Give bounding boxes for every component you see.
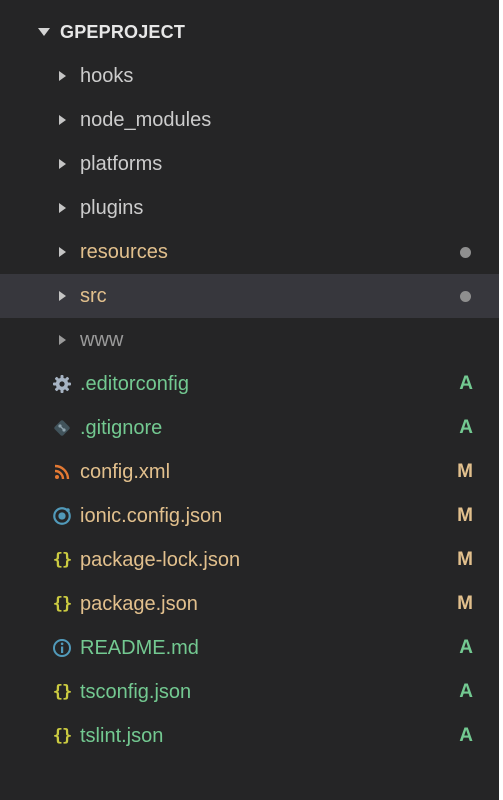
chevron-right-icon — [52, 330, 72, 350]
window-edge — [499, 0, 503, 800]
project-folder-header[interactable]: GPEPROJECT — [0, 10, 499, 54]
git-status-badge: M — [457, 549, 473, 570]
tree-item-label: config.xml — [80, 461, 171, 483]
git-status-badge: A — [459, 681, 473, 702]
tree-file-tslint[interactable]: {} tslint.json A — [0, 714, 499, 758]
tree-item-label: www — [80, 329, 124, 351]
tree-item-label: package.json — [80, 593, 198, 615]
tree-folder-src[interactable]: src — [0, 274, 499, 318]
tree-item-label: ionic.config.json — [80, 505, 223, 527]
tree-item-label: .editorconfig — [80, 373, 189, 395]
explorer-panel: GPEPROJECT hooks node_modules platforms … — [0, 0, 503, 800]
tree-item-label: src — [80, 285, 107, 307]
chevron-right-icon — [52, 66, 72, 86]
git-status-badge: M — [457, 461, 473, 482]
git-status-badge: M — [457, 593, 473, 614]
tree-folder-plugins[interactable]: plugins — [0, 186, 499, 230]
chevron-right-icon — [52, 110, 72, 130]
chevron-right-icon — [52, 154, 72, 174]
tree-item-label: resources — [80, 241, 168, 263]
rss-icon — [52, 462, 72, 482]
tree-item-label: README.md — [80, 637, 199, 659]
modified-dot-indicator — [460, 247, 471, 258]
git-status-badge: A — [459, 373, 473, 394]
tree-item-label: platforms — [80, 153, 163, 175]
json-braces-icon: {} — [52, 594, 73, 614]
tree-file-readme[interactable]: README.md A — [0, 626, 499, 670]
tree-file-config-xml[interactable]: config.xml M — [0, 450, 499, 494]
tree-item-label: .gitignore — [80, 417, 163, 439]
tree-folder-platforms[interactable]: platforms — [0, 142, 499, 186]
tree-item-label: tslint.json — [80, 725, 164, 747]
project-title: GPEPROJECT — [60, 21, 186, 42]
modified-dot-indicator — [460, 291, 471, 302]
git-status-badge: A — [459, 725, 473, 746]
tree-item-label: node_modules — [80, 109, 212, 131]
json-braces-icon: {} — [52, 550, 73, 570]
tree-item-label: plugins — [80, 197, 144, 219]
tree-folder-hooks[interactable]: hooks — [0, 54, 499, 98]
git-status-badge: M — [457, 505, 473, 526]
json-braces-icon: {} — [52, 682, 73, 702]
tree-file-tsconfig[interactable]: {} tsconfig.json A — [0, 670, 499, 714]
file-tree: hooks node_modules platforms plugins res… — [0, 54, 499, 758]
chevron-right-icon — [52, 286, 72, 306]
chevron-right-icon — [52, 198, 72, 218]
git-status-badge: A — [459, 637, 473, 658]
git-icon — [52, 418, 72, 438]
git-status-badge: A — [459, 417, 473, 438]
tree-item-label: hooks — [80, 65, 134, 87]
tree-item-label: package-lock.json — [80, 549, 241, 571]
tree-file-package-lock[interactable]: {} package-lock.json M — [0, 538, 499, 582]
tree-file-editorconfig[interactable]: .editorconfig A — [0, 362, 499, 406]
tree-item-label: tsconfig.json — [80, 681, 192, 703]
tree-folder-resources[interactable]: resources — [0, 230, 499, 274]
tree-file-ionic-config[interactable]: ionic.config.json M — [0, 494, 499, 538]
chevron-right-icon — [52, 242, 72, 262]
tree-file-package-json[interactable]: {} package.json M — [0, 582, 499, 626]
tree-file-gitignore[interactable]: .gitignore A — [0, 406, 499, 450]
ionic-icon — [52, 506, 72, 526]
info-icon — [52, 638, 72, 658]
tree-folder-www[interactable]: www — [0, 318, 499, 362]
chevron-down-icon — [38, 28, 50, 36]
json-braces-icon: {} — [52, 726, 73, 746]
gear-icon — [52, 374, 72, 394]
tree-folder-node-modules[interactable]: node_modules — [0, 98, 499, 142]
